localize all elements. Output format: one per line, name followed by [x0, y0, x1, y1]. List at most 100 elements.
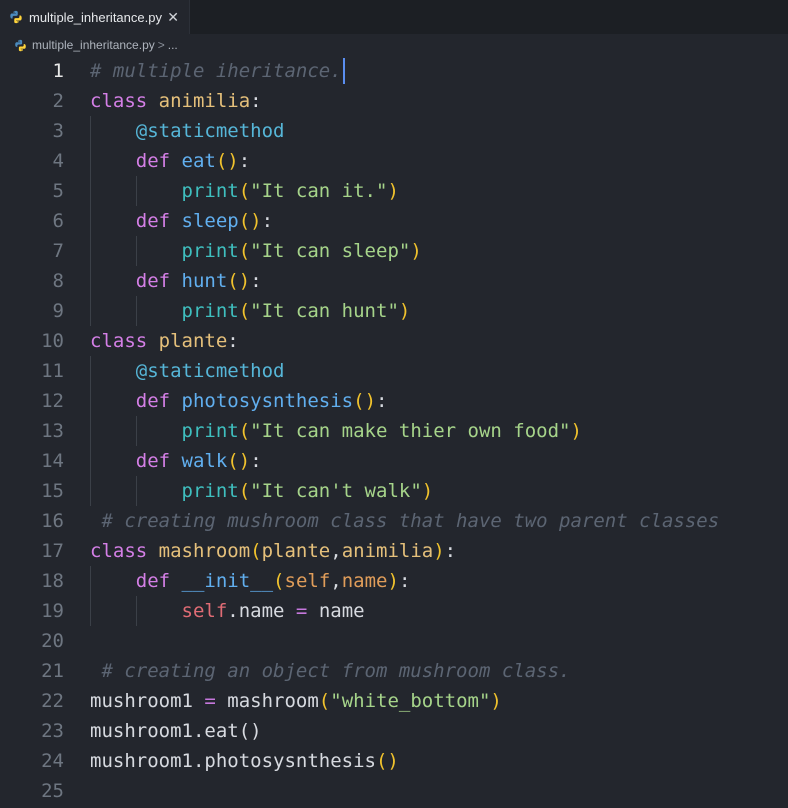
- code-token: photosysnthesis: [181, 390, 354, 412]
- indent-guide: [135, 296, 137, 326]
- code-line[interactable]: 24 mushroom1.photosysnthesis(): [0, 746, 788, 776]
- line-number: 12: [41, 390, 64, 412]
- line-number: 5: [52, 180, 64, 202]
- line-number: 15: [41, 480, 64, 502]
- code-line[interactable]: 11 @staticmethod: [0, 356, 788, 386]
- code-token: =: [204, 690, 216, 712]
- line-number: 16: [41, 510, 64, 532]
- code-line[interactable]: 9 print("It can hunt"): [0, 296, 788, 326]
- code-token: @staticmethod: [135, 120, 285, 142]
- code-token: # multiple iheritance.: [90, 60, 342, 82]
- code-line[interactable]: 14 def walk():: [0, 446, 788, 476]
- code-text: mushroom1.eat(): [90, 716, 262, 746]
- python-icon: [15, 39, 26, 51]
- code-token: "It can make thier own food": [250, 420, 571, 442]
- code-token: print: [181, 300, 239, 322]
- breadcrumb-more[interactable]: ...: [168, 38, 178, 52]
- indent-guide: [90, 566, 91, 626]
- code-token: # creating mushroom class that have two …: [101, 510, 720, 532]
- code-line[interactable]: 2 class animilia:: [0, 86, 788, 116]
- line-number: 3: [52, 120, 64, 142]
- code-token: (: [238, 480, 251, 502]
- code-token: :: [238, 150, 251, 172]
- code-token: (): [227, 270, 251, 292]
- code-text: class mashroom(plante,animilia):: [90, 536, 456, 566]
- line-number: 23: [41, 720, 64, 742]
- breadcrumb: multiple_inheritance.py > ...: [0, 34, 788, 56]
- line-number: 6: [52, 210, 64, 232]
- line-number: 2: [52, 90, 64, 112]
- code-token: (): [238, 210, 262, 232]
- code-line[interactable]: 6 def sleep():: [0, 206, 788, 236]
- code-text: self.name = name: [90, 596, 365, 626]
- code-token: def: [135, 210, 182, 232]
- code-line[interactable]: 10 class plante:: [0, 326, 788, 356]
- code-token: ): [433, 540, 445, 562]
- code-token: =: [295, 600, 308, 622]
- code-token: class: [90, 540, 159, 562]
- code-line[interactable]: 17 class mashroom(plante,animilia):: [0, 536, 788, 566]
- line-number: 13: [41, 420, 64, 442]
- code-token: name: [307, 600, 365, 622]
- code-token: def: [135, 570, 182, 592]
- code-text: print("It can make thier own food"): [90, 416, 582, 446]
- code-token: (: [238, 180, 251, 202]
- code-line[interactable]: 13 print("It can make thier own food"): [0, 416, 788, 446]
- code-token: .name: [227, 600, 296, 622]
- code-text: def sleep():: [90, 206, 273, 236]
- breadcrumb-file[interactable]: multiple_inheritance.py: [32, 38, 155, 52]
- indent-guide: [135, 416, 137, 446]
- code-text: def hunt():: [90, 266, 262, 296]
- indent-guide: [90, 116, 91, 326]
- code-editor[interactable]: 1 # multiple iheritance. 2 class animilia: 3…: [0, 56, 788, 806]
- code-token: ,: [330, 540, 342, 562]
- code-line[interactable]: 1 # multiple iheritance.: [0, 56, 788, 86]
- line-number: 25: [41, 780, 64, 802]
- code-line[interactable]: 20: [0, 626, 788, 656]
- code-token: animilia: [158, 90, 251, 112]
- code-line[interactable]: 15 print("It can't walk"): [0, 476, 788, 506]
- code-text: # multiple iheritance.: [90, 56, 342, 86]
- code-token: (): [215, 150, 239, 172]
- code-token: "white_bottom": [330, 690, 491, 712]
- code-line[interactable]: 19 self.name = name: [0, 596, 788, 626]
- code-line[interactable]: 7 print("It can sleep"): [0, 236, 788, 266]
- code-token: :: [250, 270, 262, 292]
- line-number: 17: [41, 540, 64, 562]
- tab-label: multiple_inheritance.py: [29, 9, 162, 25]
- code-token: "It can hunt": [250, 300, 399, 322]
- code-token: (): [353, 390, 377, 412]
- code-line[interactable]: 22 mushroom1 = mashroom("white_bottom"): [0, 686, 788, 716]
- code-text: @staticmethod: [90, 356, 285, 386]
- close-icon[interactable]: ✕: [167, 9, 179, 26]
- code-token: print: [181, 480, 239, 502]
- code-token: :: [376, 390, 388, 412]
- code-line[interactable]: 12 def photosysnthesis():: [0, 386, 788, 416]
- line-number: 7: [52, 240, 64, 262]
- indent-guide: [135, 176, 137, 206]
- code-line[interactable]: 23 mushroom1.eat(): [0, 716, 788, 746]
- code-token: "It can sleep": [250, 240, 411, 262]
- code-line[interactable]: 25: [0, 776, 788, 806]
- tab-multiple-inheritance[interactable]: multiple_inheritance.py ✕: [0, 0, 190, 34]
- code-line[interactable]: 3 @staticmethod: [0, 116, 788, 146]
- code-line[interactable]: 21 # creating an object from mushroom cl…: [0, 656, 788, 686]
- code-token: class: [90, 90, 159, 112]
- code-token: :: [250, 450, 262, 472]
- code-token: :: [250, 90, 262, 112]
- line-number: 22: [41, 690, 64, 712]
- code-text: @staticmethod: [90, 116, 285, 146]
- code-token: print: [181, 240, 239, 262]
- code-line[interactable]: 16 # creating mushroom class that have t…: [0, 506, 788, 536]
- code-text: class animilia:: [90, 86, 262, 116]
- code-line[interactable]: 18 def __init__(self,name):: [0, 566, 788, 596]
- code-line[interactable]: 8 def hunt():: [0, 266, 788, 296]
- code-line[interactable]: 4 def eat():: [0, 146, 788, 176]
- code-token: mashroom: [215, 690, 319, 712]
- code-line[interactable]: 5 print("It can it."): [0, 176, 788, 206]
